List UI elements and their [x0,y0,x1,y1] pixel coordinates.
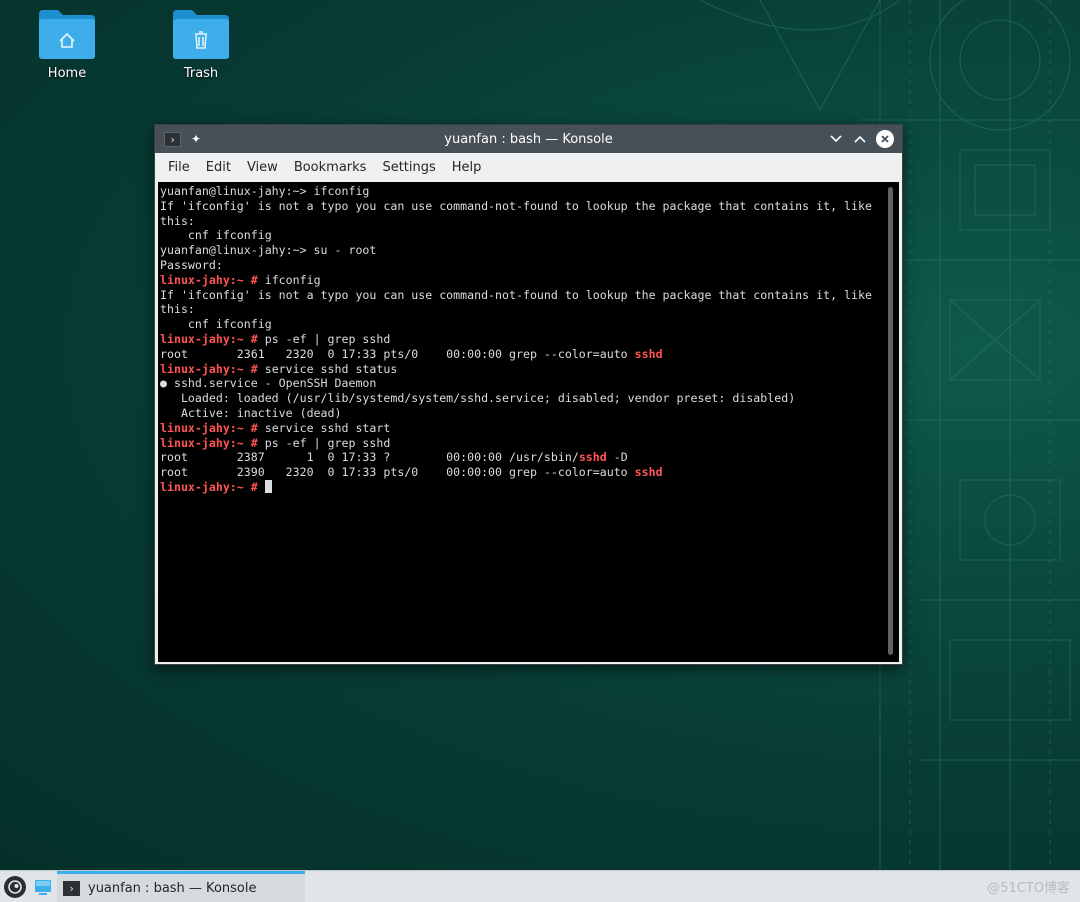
terminal-text: yuanfan@linux-jahy:~> su - root [160,243,377,258]
terminal-line: this: [160,214,882,229]
terminal-text: If 'ifconfig' is not a typo you can use … [160,287,872,302]
desktop-icon-trash[interactable]: Trash [156,8,246,81]
task-label: yuanfan : bash — Konsole [88,880,257,896]
terminal-scrollbar[interactable] [888,187,893,655]
terminal-line: linux-jahy:~ # ps -ef | grep sshd [160,332,882,347]
terminal-text: Active: inactive (dead) [160,405,342,420]
terminal-text: cnf ifconfig [160,317,272,332]
terminal-line: cnf ifconfig [160,228,882,243]
terminal-text: ● sshd.service - OpenSSH Daemon [160,376,377,391]
terminal-line: cnf ifconfig [160,317,882,332]
konsole-app-icon[interactable]: › [164,131,181,147]
terminal-line: Loaded: loaded (/usr/lib/systemd/system/… [160,391,882,406]
terminal-text: yuanfan@linux-jahy:~> ifconfig [160,184,370,198]
trash-label: Trash [183,66,219,81]
terminal-area[interactable]: yuanfan@linux-jahy:~> ifconfig If 'ifconf… [158,182,899,662]
terminal-line: If 'ifconfig' is not a typo you can use … [160,288,882,303]
terminal-line: linux-jahy:~ # ps -ef | grep sshd [160,436,882,451]
menu-bookmarks[interactable]: Bookmarks [286,160,375,175]
terminal-highlight: linux-jahy:~ # [160,272,258,287]
terminal-line: yuanfan@linux-jahy:~> ifconfig [160,184,882,199]
terminal-line: this: [160,302,882,317]
terminal-text: this: [160,213,195,228]
maximize-button[interactable] [852,131,868,147]
terminal-text: cnf ifconfig [160,228,272,243]
minimize-button[interactable] [828,131,844,147]
terminal-highlight: sshd [578,450,607,465]
terminal-text: root 2361 2320 0 17:33 pts/0 00:00:00 gr… [160,346,635,361]
terminal-text: ps -ef | grep sshd [257,331,391,346]
desktop-background: Home Trash yuanfan : bash — Konsole › ✦ [0,0,1080,870]
opensuse-logo-icon [8,879,22,894]
menu-edit[interactable]: Edit [198,160,239,175]
terminal-text: service sshd start [257,420,391,435]
pin-icon[interactable]: ✦ [189,132,203,146]
home-label: Home [47,66,87,81]
terminal-line: root 2361 2320 0 17:33 pts/0 00:00:00 gr… [160,347,882,362]
konsole-window[interactable]: yuanfan : bash — Konsole › ✦ File Edit V [154,124,903,665]
terminal-text: service sshd status [257,361,398,376]
chevron-up-icon [854,135,866,143]
show-desktop-icon[interactable] [34,878,52,896]
terminal-text: Loaded: loaded (/usr/lib/systemd/system/… [160,391,796,406]
trash-folder-icon [173,10,229,59]
terminal-text: -D [606,450,628,465]
window-titlebar[interactable]: yuanfan : bash — Konsole › ✦ [155,125,902,153]
taskbar-task-konsole[interactable]: › yuanfan : bash — Konsole [57,871,305,902]
terminal-text: ifconfig [257,272,321,287]
chevron-down-icon [830,135,842,143]
terminal-line: yuanfan@linux-jahy:~> su - root [160,243,882,258]
terminal-line: ● sshd.service - OpenSSH Daemon [160,376,882,391]
terminal-cursor [264,479,272,493]
terminal-text: ps -ef | grep sshd [257,435,391,450]
terminal-line: linux-jahy:~ # service sshd status [160,362,882,377]
terminal-line: linux-jahy:~ # service sshd start [160,421,882,436]
close-button[interactable] [876,130,894,148]
menu-help[interactable]: Help [444,160,490,175]
close-icon [881,135,889,143]
terminal-output: yuanfan@linux-jahy:~> ifconfig If 'ifconf… [160,184,882,495]
terminal-highlight: sshd [634,465,663,480]
desktop-icon-home[interactable]: Home [22,8,112,81]
terminal-text: If 'ifconfig' is not a typo you can use … [160,198,872,213]
terminal-line: root 2390 2320 0 17:33 pts/0 00:00:00 gr… [160,465,882,480]
terminal-text: root 2390 2320 0 17:33 pts/0 00:00:00 gr… [160,465,635,480]
terminal-highlight: sshd [634,346,663,361]
konsole-task-icon: › [63,880,80,896]
application-launcher-button[interactable] [4,875,26,898]
home-folder-icon [39,10,95,59]
menu-file[interactable]: File [160,160,198,175]
terminal-line: linux-jahy:~ # ifconfig [160,273,882,288]
terminal-line: Password: [160,258,882,273]
taskbar: › yuanfan : bash — Konsole @51CTO博客 [0,870,1080,902]
terminal-highlight: linux-jahy:~ # [160,420,258,435]
terminal-highlight: linux-jahy:~ # [160,331,258,346]
terminal-text: root 2387 1 0 17:33 ? 00:00:00 /usr/sbin… [160,450,579,465]
terminal-highlight: linux-jahy:~ # [160,479,258,494]
terminal-text: Password: [160,257,223,272]
terminal-line: linux-jahy:~ # [160,479,882,495]
terminal-text: this: [160,302,195,317]
menu-bar: File Edit View Bookmarks Settings Help [155,153,902,182]
terminal-line: root 2387 1 0 17:33 ? 00:00:00 /usr/sbin… [160,450,882,465]
menu-view[interactable]: View [239,160,286,175]
terminal-highlight: linux-jahy:~ # [160,435,258,450]
window-title: yuanfan : bash — Konsole [444,131,613,147]
terminal-line: Active: inactive (dead) [160,406,882,421]
menu-settings[interactable]: Settings [374,160,443,175]
terminal-highlight: linux-jahy:~ # [160,361,258,376]
watermark: @51CTO博客 [987,881,1070,896]
terminal-line: If 'ifconfig' is not a typo you can use … [160,199,882,214]
